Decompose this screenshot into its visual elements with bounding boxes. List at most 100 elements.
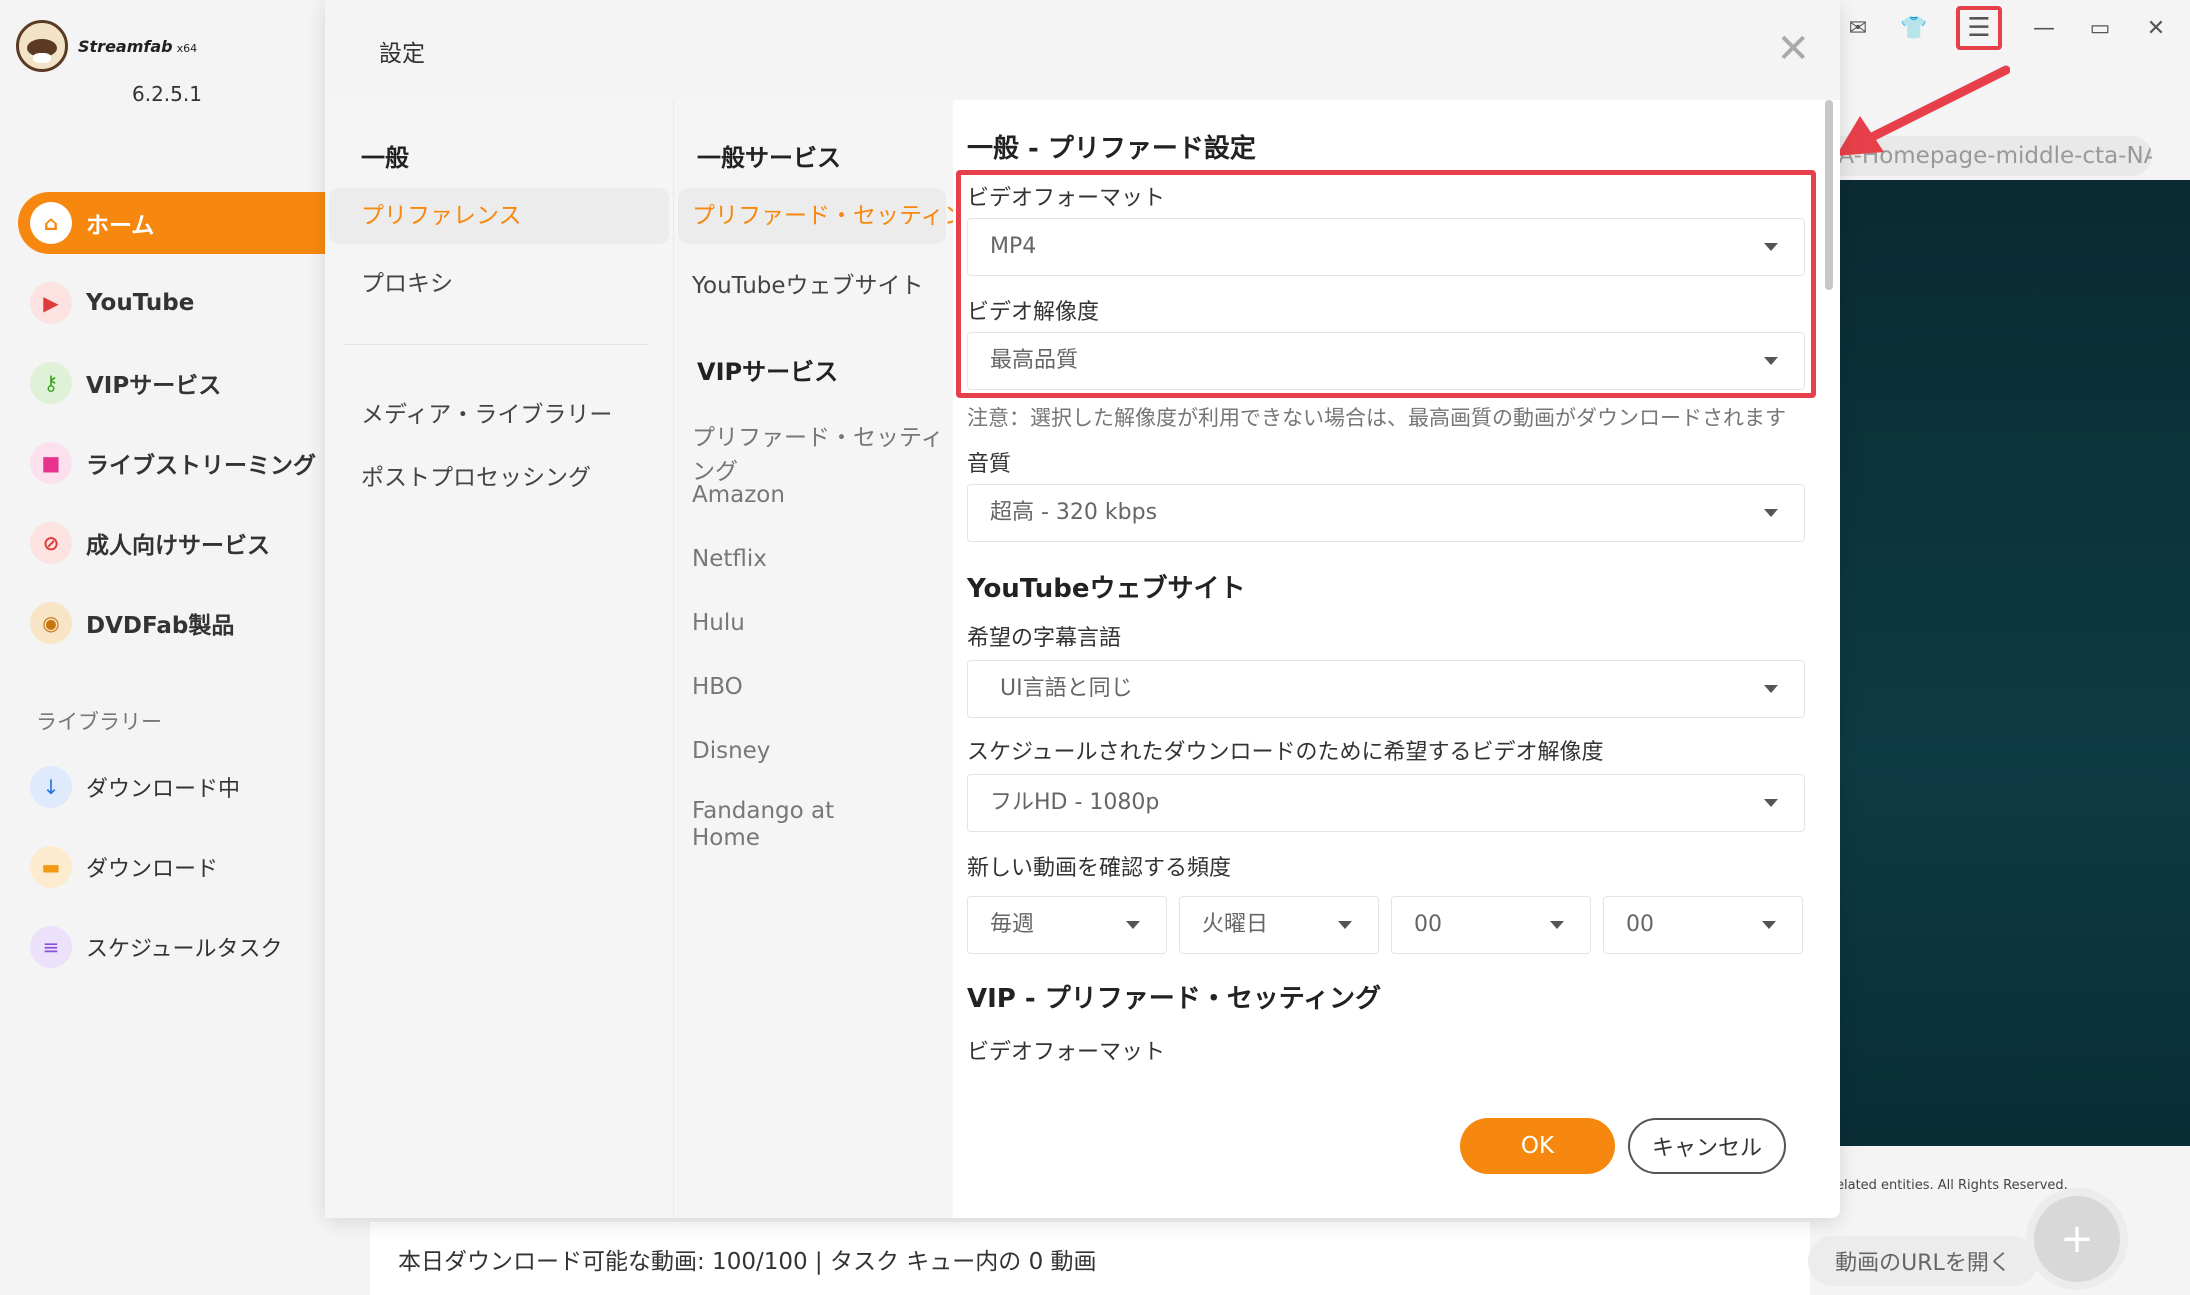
category-preference[interactable]: プリファレンス (329, 188, 669, 244)
chevron-down-icon (1764, 509, 1778, 517)
scheduled-resolution-select[interactable]: フルHD - 1080p (967, 774, 1805, 832)
dialog-title: 設定 (379, 41, 425, 67)
check-frequency-label: 新しい動画を確認する頻度 (967, 856, 1232, 881)
audio-quality-label: 音質 (967, 452, 1012, 477)
status-text: 本日ダウンロード可能な動画: 100/100 | タスク キュー内の 0 動画 (398, 1248, 1097, 1275)
sidebar-item-adult[interactable]: ⊘ 成人向けサービス (18, 512, 325, 574)
sidebar-item-youtube[interactable]: ▶ YouTube (18, 272, 325, 334)
app-logo: Streamfab x64 (16, 20, 197, 72)
scheduled-resolution-label: スケジュールされたダウンロードのために希望するビデオ解像度 (967, 740, 1604, 765)
sidebar-item-label: YouTube (86, 290, 195, 316)
sidebar-item-label: VIPサービス (86, 373, 222, 399)
close-icon[interactable]: ✕ (2142, 16, 2170, 41)
frequency-day-select[interactable]: 火曜日 (1179, 896, 1379, 954)
general-preferred-title: 一般 - プリファード設定 (967, 134, 1256, 164)
app-name-text: Streamfab (78, 36, 173, 56)
category-media-library[interactable]: メディア・ライブラリー (361, 395, 612, 429)
frequency-period-value: 毎週 (990, 912, 1035, 937)
subcategory-header-vip: VIPサービス (697, 358, 839, 386)
open-url-button[interactable]: 動画のURLを開く (1808, 1236, 2038, 1286)
dialog-header: 設定 ✕ (325, 0, 1840, 100)
app-version: 6.2.5.1 (132, 82, 202, 106)
settings-subcategory-column: 一般サービス プリファード・セッティング▶ YouTubeウェブサイト VIPサ… (673, 100, 1014, 1218)
maximize-icon[interactable]: ▭ (2086, 16, 2114, 41)
subcategory-fandango[interactable]: Fandango at Home (692, 798, 892, 852)
dvdfab-icon: ◉ (30, 602, 72, 644)
window-controls: ✉ 👕 ☰ — ▭ ✕ (1844, 6, 2170, 50)
frequency-hour-select[interactable]: 00 (1391, 896, 1591, 954)
frequency-day-value: 火曜日 (1202, 912, 1269, 937)
audio-quality-select[interactable]: 超高 - 320 kbps (967, 484, 1805, 542)
subcategory-netflix[interactable]: Netflix (692, 546, 767, 572)
sidebar-item-downloading[interactable]: ↓ ダウンロード中 (18, 756, 325, 818)
download-arrow-icon: ↓ (30, 766, 72, 808)
sidebar-item-home[interactable]: ⌂ ホーム (18, 192, 325, 254)
subcategory-hulu[interactable]: Hulu (692, 610, 745, 636)
subtitle-language-label: 希望の字幕言語 (967, 626, 1122, 651)
chevron-down-icon (1550, 921, 1564, 929)
banner-image (1840, 180, 2190, 1146)
frequency-minute-value: 00 (1626, 912, 1654, 937)
chevron-down-icon (1126, 921, 1140, 929)
ok-button[interactable]: OK (1460, 1118, 1615, 1174)
frequency-minute-select[interactable]: 00 (1603, 896, 1803, 954)
category-header-general: 一般 (361, 144, 409, 172)
app-name: Streamfab x64 (78, 37, 197, 56)
mail-icon[interactable]: ✉ (1844, 16, 1872, 41)
settings-content: 一般 - プリファード設定 ビデオフォーマット MP4 ビデオ解像度 最高品質 … (953, 100, 1840, 1070)
dialog-close-icon[interactable]: ✕ (1776, 26, 1810, 72)
folder-icon: ▬ (30, 846, 72, 888)
settings-category-column: 一般 プリファレンス プロキシ メディア・ライブラリー ポストプロセッシング (325, 100, 673, 1218)
shirt-icon[interactable]: 👕 (1900, 16, 1928, 41)
cancel-button[interactable]: キャンセル (1628, 1118, 1786, 1174)
copyright-text: elated entities. All Rights Reserved. (1836, 1178, 2068, 1193)
add-button[interactable]: + (2026, 1188, 2128, 1290)
menu-icon[interactable]: ☰ (1956, 6, 2002, 50)
key-icon: ⚷ (30, 362, 72, 404)
sidebar-item-downloaded[interactable]: ▬ ダウンロード (18, 836, 325, 898)
sidebar-item-label: ライブストリーミング (86, 453, 316, 479)
chevron-down-icon (1764, 799, 1778, 807)
category-proxy[interactable]: プロキシ (361, 264, 453, 298)
sloth-logo-icon (16, 20, 68, 72)
audio-quality-value: 超高 - 320 kbps (990, 500, 1158, 525)
subcategory-header-general-services: 一般サービス (697, 144, 841, 172)
category-divider (345, 344, 649, 345)
sidebar-item-vip[interactable]: ⚷ VIPサービス (18, 352, 325, 414)
vip-preferred-title: VIP - プリファード・セッティング (967, 984, 1382, 1014)
minimize-icon[interactable]: — (2030, 16, 2058, 41)
frequency-period-select[interactable]: 毎週 (967, 896, 1167, 954)
app-arch: x64 (176, 41, 198, 55)
video-camera-icon: ■ (30, 442, 72, 484)
sidebar-item-live[interactable]: ■ ライブストリーミング (18, 432, 325, 494)
subtitle-language-select[interactable]: UI言語と同じ (967, 660, 1805, 718)
subcategory-youtube-website[interactable]: YouTubeウェブサイト (692, 266, 924, 300)
adult-block-icon: ⊘ (30, 522, 72, 564)
resolution-note: 注意：選択した解像度が利用できない場合は、最高画質の動画がダウンロードされます (967, 406, 1786, 430)
vip-video-format-label: ビデオフォーマット (967, 1040, 1166, 1065)
task-list-icon: ≡ (30, 926, 72, 968)
subcategory-amazon[interactable]: Amazon (692, 482, 785, 508)
status-bar: 本日ダウンロード可能な動画: 100/100 | タスク キュー内の 0 動画 (370, 1222, 1810, 1295)
scheduled-resolution-value: フルHD - 1080p (990, 790, 1160, 815)
library-label: ライブラリー (36, 710, 162, 734)
subcategory-label: プリファード・セッティング (692, 203, 990, 229)
subcategory-general-preferred[interactable]: プリファード・セッティング▶ (678, 188, 1014, 244)
content-scrollbar[interactable] (1825, 100, 1833, 290)
sidebar-item-schedule[interactable]: ≡ スケジュールタスク (18, 916, 325, 978)
sidebar-item-label: ダウンロード中 (86, 777, 241, 802)
subcategory-hbo[interactable]: HBO (692, 674, 743, 700)
home-icon: ⌂ (30, 202, 72, 244)
youtube-website-title: YouTubeウェブサイト (967, 574, 1246, 604)
subtitle-language-value: UI言語と同じ (1000, 676, 1133, 701)
subcategory-vip-preferred[interactable]: プリファード・セッティング (692, 418, 953, 486)
sidebar-item-label: スケジュールタスク (86, 937, 283, 962)
highlight-box (956, 170, 1816, 398)
chevron-down-icon (1762, 921, 1776, 929)
main-nav: ⌂ ホーム ▶ YouTube ⚷ VIPサービス ■ ライブストリーミング ⊘… (18, 192, 325, 672)
library-nav: ↓ ダウンロード中 ▬ ダウンロード ≡ スケジュールタスク (18, 756, 325, 996)
category-post-processing[interactable]: ポストプロセッシング (361, 458, 591, 492)
sidebar-item-dvdfab[interactable]: ◉ DVDFab製品 (18, 592, 325, 654)
subcategory-disney[interactable]: Disney (692, 738, 770, 764)
frequency-hour-value: 00 (1414, 912, 1442, 937)
